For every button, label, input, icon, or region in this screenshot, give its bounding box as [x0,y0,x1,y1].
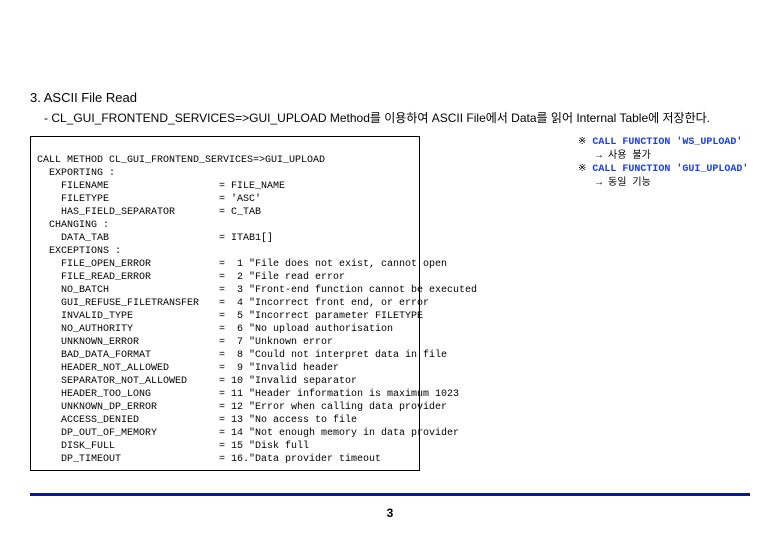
code-line: CHANGING : [37,220,109,231]
page-number: 3 [0,506,780,520]
code-block: CALL METHOD CL_GUI_FRONTEND_SERVICES=>GU… [30,136,420,471]
code-line: FILENAME= FILE_NAME [37,181,285,192]
code-line: SEPARATOR_NOT_ALLOWED= 10 "Invalid separ… [37,376,357,387]
section-title: 3. ASCII File Read [30,90,750,105]
code-line: EXCEPTIONS : [37,246,121,257]
code-line: EXPORTING : [37,168,115,179]
side-note: ※ CALL FUNCTION 'WS_UPLOAD' → 사용 불가 ※ CA… [578,136,748,190]
code-line: DP_TIMEOUT= 16."Data provider timeout [37,454,381,465]
code-line: DISK_FULL= 15 "Disk full [37,441,309,452]
section-desc: - CL_GUI_FRONTEND_SERVICES=>GUI_UPLOAD M… [44,109,750,126]
code-line: NO_AUTHORITY= 6 "No upload authorisation [37,324,393,335]
code-line: UNKNOWN_DP_ERROR= 12 "Error when calling… [37,402,447,413]
code-line: CALL METHOD CL_GUI_FRONTEND_SERVICES=>GU… [37,155,325,166]
code-line: NO_BATCH= 3 "Front-end function cannot b… [37,285,477,296]
code-line: HEADER_NOT_ALLOWED= 9 "Invalid header [37,363,339,374]
code-line: UNKNOWN_ERROR= 7 "Unknown error [37,337,333,348]
code-line: HAS_FIELD_SEPARATOR= C_TAB [37,207,261,218]
code-line: BAD_DATA_FORMAT= 8 "Could not interpret … [37,350,447,361]
code-line: ACCESS_DENIED= 13 "No access to file [37,415,357,426]
code-line: FILE_READ_ERROR= 2 "File read error [37,272,345,283]
code-line: DP_OUT_OF_MEMORY= 14 "Not enough memory … [37,428,459,439]
side-note-text: → 사용 불가 [578,150,748,164]
code-line: DATA_TAB= ITAB1[] [37,233,273,244]
code-line: INVALID_TYPE= 5 "Incorrect parameter FIL… [37,311,423,322]
side-note-func2: CALL FUNCTION 'GUI_UPLOAD' [592,164,748,175]
code-line: FILE_OPEN_ERROR= 1 "File does not exist,… [37,259,447,270]
footer-rule [30,493,750,496]
side-note-func1: CALL FUNCTION 'WS_UPLOAD' [592,137,742,148]
code-line: GUI_REFUSE_FILETRANSFER= 4 "Incorrect fr… [37,298,429,309]
side-note-text: → 동일 기능 [578,177,748,191]
code-line: FILETYPE= 'ASC' [37,194,261,205]
code-line: HEADER_TOO_LONG= 11 "Header information … [37,389,459,400]
